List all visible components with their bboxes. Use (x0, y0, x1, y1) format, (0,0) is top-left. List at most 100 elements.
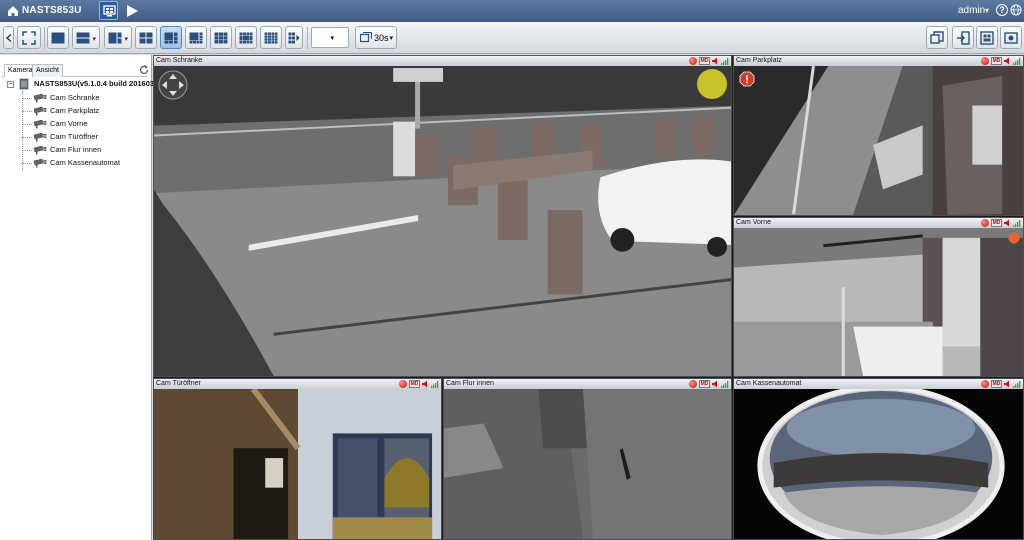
tree-connector (22, 98, 32, 99)
sequence-interval-button[interactable]: 30s ▾ (355, 26, 397, 49)
tab-ansicht[interactable]: Ansicht (32, 64, 63, 77)
motion-detect-badge[interactable]: MD (991, 380, 1002, 388)
ptz-control-icon[interactable] (158, 70, 188, 100)
tile-header: Cam Parkplatz MD (734, 56, 1023, 66)
record-icon[interactable] (399, 380, 407, 388)
fullscreen-icon (22, 30, 36, 45)
sidebar-item-cam-flur-innen[interactable]: Cam Flur innen (22, 143, 150, 156)
collapse-sidebar-button[interactable] (3, 26, 14, 49)
speaker-icon[interactable] (1004, 219, 1011, 227)
alarm-icon[interactable] (739, 71, 755, 87)
tree-server-label: NASTS853U(v5.1.0.4 build 20160330) (34, 79, 165, 88)
layout-1plus12-button[interactable] (235, 26, 257, 49)
tree-server-node[interactable]: − NASTS853U(v5.1.0.4 build 20160330) (4, 77, 165, 91)
signal-strength-icon (721, 58, 729, 65)
layout-1plus5-icon (164, 32, 178, 43)
speaker-icon[interactable] (422, 380, 429, 388)
globe-icon[interactable] (1010, 4, 1022, 16)
sidebar-tabs: Kamera Ansicht (2, 64, 148, 77)
sidebar-item-cam-kassenautomat[interactable]: Cam Kassenautomat (22, 156, 150, 169)
layout-more-icon (288, 32, 300, 43)
video-tile-cam-flur-innen[interactable]: Cam Flur innen MD (443, 378, 732, 540)
sequence-icon (360, 32, 372, 43)
record-icon[interactable] (689, 57, 697, 65)
title-bar: NASTS853U admin ▾ ? (0, 0, 1024, 22)
signal-strength-icon (431, 381, 439, 388)
sidebar-item-cam-tueroeffner[interactable]: Cam Türöffner (22, 130, 150, 143)
layout-4-button[interactable]: ▾ (104, 26, 132, 49)
chevron-down-icon: ▾ (389, 35, 393, 42)
signal-strength-icon (721, 381, 729, 388)
camera-icon (33, 158, 47, 168)
record-icon[interactable] (981, 219, 989, 227)
playback-icon[interactable] (125, 3, 139, 19)
tile-controls: MD (981, 380, 1021, 388)
motion-indicator-icon (697, 69, 727, 99)
app-title: NASTS853U (22, 5, 82, 16)
layout-2x2-button[interactable] (135, 26, 157, 49)
collapse-toggle-icon[interactable]: − (7, 81, 14, 88)
tile-controls: MD (981, 219, 1021, 227)
tile-header: Cam Flur innen MD (444, 379, 731, 389)
video-tile-cam-vorne[interactable]: Cam Vorne MD (733, 217, 1024, 377)
layout-4x4-button[interactable] (260, 26, 282, 49)
camera-icon (33, 119, 47, 129)
layout-more-button[interactable] (285, 26, 303, 49)
sidebar-item-cam-vorne[interactable]: Cam Vorne (22, 117, 150, 130)
refresh-icon[interactable] (139, 65, 149, 75)
export-view-button[interactable] (952, 26, 974, 49)
motion-detect-badge[interactable]: MD (699, 380, 710, 388)
camera-sidebar: Kamera Ansicht − NASTS853U(v5.1.0.4 buil… (0, 55, 165, 540)
motion-detect-badge[interactable]: MD (699, 57, 710, 65)
snapshot-layout-button[interactable] (976, 26, 998, 49)
layout-1-button[interactable] (47, 26, 69, 49)
help-icon[interactable]: ? (996, 4, 1008, 16)
user-menu[interactable]: admin (958, 5, 985, 16)
speaker-icon[interactable] (1004, 57, 1011, 65)
sidebar-item-cam-schranke[interactable]: Cam Schranke (22, 91, 150, 104)
sidebar-item-label: Cam Flur innen (50, 145, 102, 154)
view-select[interactable]: ▾ (311, 27, 349, 48)
tile-title: Cam Vorne (736, 219, 772, 226)
user-menu-caret-icon[interactable]: ▾ (985, 6, 989, 15)
motion-detect-badge[interactable]: MD (991, 219, 1002, 227)
video-tile-cam-kassenautomat[interactable]: Cam Kassenautomat MD (733, 378, 1024, 540)
multi-monitor-button[interactable] (926, 26, 948, 49)
layout-1plus5-button[interactable] (160, 26, 182, 49)
layout-3x3-button[interactable] (210, 26, 232, 49)
video-stream (154, 66, 731, 376)
monitor-icon (103, 5, 116, 17)
tile-controls: MD (689, 380, 729, 388)
motion-detect-badge[interactable]: MD (991, 57, 1002, 65)
live-view-tab[interactable] (99, 1, 118, 20)
tree-connector (22, 111, 32, 112)
video-tile-cam-parkplatz[interactable]: Cam Parkplatz MD (733, 55, 1024, 216)
home-icon[interactable] (6, 4, 20, 18)
settings-button[interactable] (1000, 26, 1022, 49)
record-icon[interactable] (689, 380, 697, 388)
video-tile-cam-tueroeffner[interactable]: Cam Türöffner MD (153, 378, 442, 540)
motion-detect-badge[interactable]: MD (409, 380, 420, 388)
toolbar-divider (44, 27, 45, 49)
live-view-grid: Cam Schranke MD Cam Parkplatz MD Cam Vor… (153, 55, 1024, 540)
tile-title: Cam Türöffner (156, 380, 201, 387)
tile-title: Cam Flur innen (446, 380, 494, 387)
tree-connector (22, 124, 32, 125)
speaker-icon[interactable] (712, 57, 719, 65)
chevron-down-icon: ▾ (124, 36, 128, 43)
speaker-icon[interactable] (712, 380, 719, 388)
tile-header: Cam Vorne MD (734, 218, 1023, 228)
fullscreen-button[interactable] (17, 26, 41, 49)
speaker-icon[interactable] (1004, 380, 1011, 388)
tile-controls: MD (399, 380, 439, 388)
layout-grid16-icon (264, 32, 278, 43)
sequence-interval-label: 30s (374, 33, 389, 43)
multi-window-icon (930, 30, 944, 44)
record-icon[interactable] (981, 380, 989, 388)
record-icon[interactable] (981, 57, 989, 65)
alarm-icon[interactable] (1008, 232, 1020, 244)
sidebar-item-cam-parkplatz[interactable]: Cam Parkplatz (22, 104, 150, 117)
layout-2-button[interactable]: ▾ (72, 26, 100, 49)
layout-1plus7-button[interactable] (185, 26, 207, 49)
video-tile-cam-schranke[interactable]: Cam Schranke MD (153, 55, 732, 377)
